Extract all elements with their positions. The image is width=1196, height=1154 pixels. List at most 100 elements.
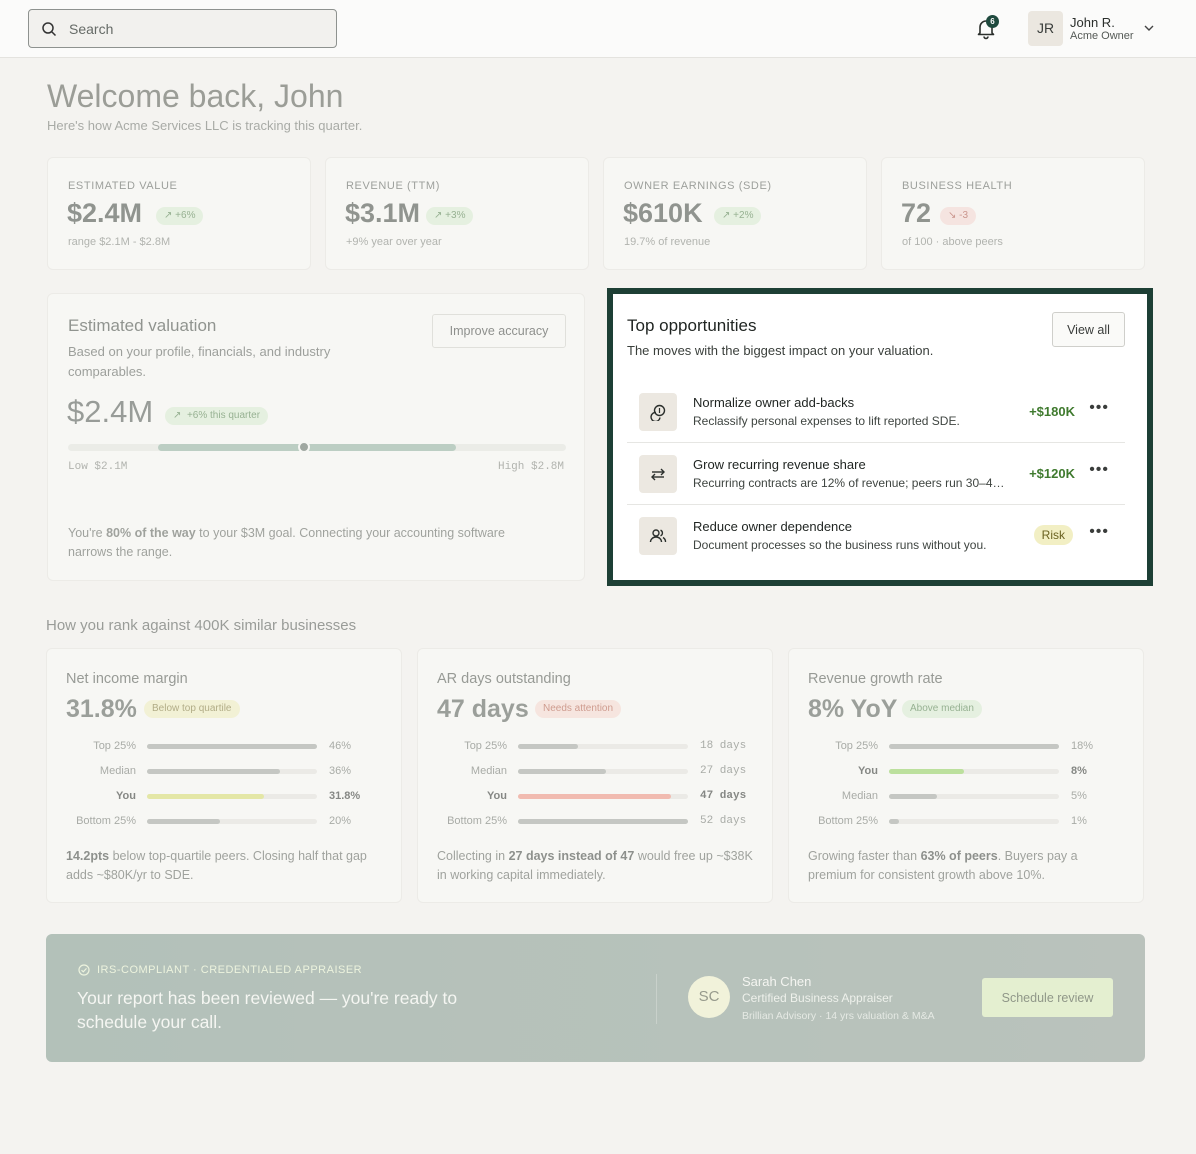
kpi-change-badge: ↗ +3% bbox=[426, 207, 474, 225]
benchmark-track bbox=[147, 744, 317, 749]
kpi-value: $2.4M bbox=[67, 198, 143, 228]
benchmark-value: 20% bbox=[329, 815, 352, 827]
chevron-down-icon[interactable] bbox=[1143, 22, 1155, 34]
valuation-range-marker bbox=[298, 441, 310, 453]
opportunity-impact: +$120K bbox=[1029, 466, 1075, 481]
benchmark-label: Bottom 25% bbox=[818, 815, 878, 827]
banner-tag-text: IRS-COMPLIANT · CREDENTIALED APPRAISER bbox=[97, 964, 363, 976]
benchmark-row: Median 27 days bbox=[418, 765, 773, 779]
benchmark-label: You bbox=[487, 790, 507, 802]
opportunity-description: Reclassify personal expenses to lift rep… bbox=[693, 414, 960, 428]
benchmark-track bbox=[889, 769, 1059, 774]
top-bar: 6 JR John R. Acme Owner bbox=[0, 0, 1196, 58]
kpi-label: OWNER EARNINGS (SDE) bbox=[624, 180, 772, 192]
benchmark-track bbox=[518, 769, 688, 774]
search-box[interactable] bbox=[28, 9, 337, 48]
opportunity-description: Document processes so the business runs … bbox=[693, 538, 987, 552]
rank-card-title: Revenue growth rate bbox=[808, 671, 943, 687]
benchmark-value: 52 days bbox=[700, 815, 747, 827]
rank-card-title: Net income margin bbox=[66, 671, 188, 687]
benchmark-value: 31.8% bbox=[329, 790, 361, 802]
benchmark-fill bbox=[889, 744, 1059, 749]
benchmark-fill bbox=[147, 794, 265, 799]
valuation-value: $2.4M bbox=[67, 394, 154, 429]
top-opportunities-panel: Top opportunities The moves with the big… bbox=[607, 288, 1153, 586]
page-subtitle: Here's how Acme Services LLC is tracking… bbox=[47, 118, 363, 133]
appraiser-name: Sarah Chen bbox=[742, 974, 812, 989]
rank-card-net-income-margin: Net income margin 31.8% Below top quarti… bbox=[46, 648, 402, 903]
kpi-value: $610K bbox=[623, 198, 703, 228]
user-avatar[interactable]: JR bbox=[1028, 11, 1063, 46]
arrow-up-right-icon: ↗ bbox=[173, 410, 182, 421]
benchmark-value: 46% bbox=[329, 740, 352, 752]
benchmark-row: Median 5% bbox=[789, 790, 1144, 804]
opportunity-item[interactable]: Grow recurring revenue share Recurring c… bbox=[627, 443, 1125, 505]
arrow-up-right-icon: ↗ bbox=[434, 210, 443, 221]
user-name[interactable]: John R. bbox=[1070, 15, 1115, 30]
kpi-change-badge: ↗ +6% bbox=[156, 207, 204, 225]
benchmark-value: 36% bbox=[329, 765, 352, 777]
benchmark-label: Top 25% bbox=[93, 740, 136, 752]
improve-accuracy-button[interactable]: Improve accuracy bbox=[432, 314, 566, 348]
opportunity-name: Grow recurring revenue share bbox=[693, 457, 866, 472]
valuation-description: Based on your profile, financials, and i… bbox=[68, 344, 331, 379]
benchmark-track bbox=[889, 819, 1059, 824]
arrow-up-right-icon: ↗ bbox=[164, 210, 173, 221]
arrow-down-right-icon: ↘ bbox=[948, 210, 957, 221]
kpi-card-owner-earnings: OWNER EARNINGS (SDE) $610K ↗ +2% 19.7% o… bbox=[603, 157, 867, 270]
opportunity-item[interactable]: Reduce owner dependence Document process… bbox=[627, 505, 1125, 567]
more-options-icon[interactable]: ••• bbox=[1089, 523, 1109, 541]
kpi-card-revenue: REVENUE (TTM) $3.1M ↗ +3% +9% year over … bbox=[325, 157, 589, 270]
risk-badge: Risk bbox=[1033, 525, 1073, 545]
benchmark-label: Bottom 25% bbox=[76, 815, 136, 827]
kpi-change: -3 bbox=[959, 210, 969, 221]
benchmark-fill bbox=[889, 769, 964, 774]
opportunity-description: Recurring contracts are 12% of revenue; … bbox=[693, 476, 1011, 490]
kpi-label: ESTIMATED VALUE bbox=[68, 180, 178, 192]
kpi-sub: 19.7% of revenue bbox=[624, 236, 711, 248]
kpi-sub: of 100 · above peers bbox=[902, 236, 1003, 248]
benchmark-track bbox=[147, 769, 317, 774]
benchmark-value: 1% bbox=[1071, 815, 1087, 827]
valuation-change: +6% this quarter bbox=[186, 410, 261, 421]
benchmark-row: Bottom 25% 20% bbox=[47, 815, 402, 829]
rank-card-value: 8% YoY bbox=[808, 695, 898, 723]
benchmark-fill bbox=[889, 819, 900, 824]
valuation-range-track bbox=[68, 441, 566, 453]
opportunity-name: Normalize owner add-backs bbox=[693, 395, 855, 410]
search-input[interactable] bbox=[69, 20, 309, 37]
check-circle-icon bbox=[78, 964, 90, 976]
more-options-icon[interactable]: ••• bbox=[1089, 461, 1109, 479]
view-all-button[interactable]: View all bbox=[1052, 312, 1125, 347]
more-options-icon[interactable]: ••• bbox=[1089, 399, 1109, 417]
rank-card-value: 47 days bbox=[437, 695, 529, 723]
benchmark-row: Top 25% 18 days bbox=[418, 740, 773, 754]
benchmark-fill bbox=[518, 794, 671, 799]
schedule-review-button[interactable]: Schedule review bbox=[982, 978, 1113, 1017]
benchmark-label: You bbox=[116, 790, 136, 802]
valuation-change-badge: ↗ +6% this quarter bbox=[165, 407, 269, 425]
banner-tag: IRS-COMPLIANT · CREDENTIALED APPRAISER bbox=[78, 964, 362, 976]
benchmark-row: Top 25% 46% bbox=[47, 740, 402, 754]
benchmark-value: 18% bbox=[1071, 740, 1094, 752]
rank-card-value: 31.8% bbox=[66, 695, 137, 723]
benchmark-fill bbox=[147, 819, 221, 824]
opportunity-item[interactable]: Normalize owner add-backs Reclassify per… bbox=[627, 381, 1125, 443]
notification-count-badge: 6 bbox=[986, 15, 999, 28]
banner-message: Your report has been reviewed — you're r… bbox=[77, 988, 458, 1032]
kpi-card-estimated-value: ESTIMATED VALUE $2.4M ↗ +6% range $2.1M … bbox=[47, 157, 311, 270]
benchmark-value: 47 days bbox=[700, 790, 747, 802]
kpi-value: $3.1M bbox=[345, 198, 421, 228]
benchmark-fill bbox=[518, 819, 688, 824]
benchmark-label: Median bbox=[470, 765, 507, 777]
kpi-change: +3% bbox=[445, 210, 466, 221]
kpi-sub: range $2.1M - $2.8M bbox=[68, 236, 171, 248]
kpi-change-badge: ↗ +2% bbox=[714, 207, 762, 225]
benchmark-fill bbox=[518, 744, 578, 749]
benchmark-value: 27 days bbox=[700, 765, 747, 777]
benchmark-label: Median bbox=[841, 790, 878, 802]
benchmark-row: You 8% bbox=[789, 765, 1144, 779]
benchmark-value: 8% bbox=[1071, 765, 1087, 777]
rank-card-title: AR days outstanding bbox=[437, 671, 571, 687]
benchmark-track bbox=[889, 744, 1059, 749]
